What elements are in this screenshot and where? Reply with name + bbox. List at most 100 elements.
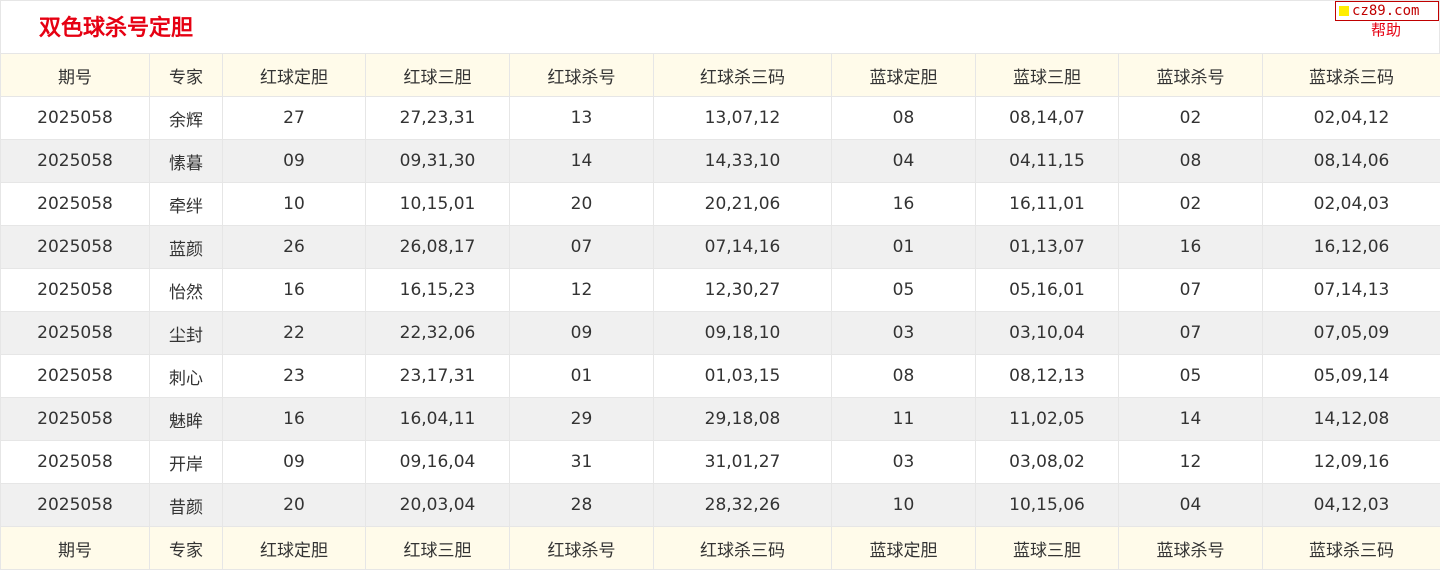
cell-red-kill-three: 01,03,15 [653,354,832,398]
cell-red-triple: 20,03,04 [365,483,510,527]
cell-blue-triple: 04,11,15 [975,139,1119,183]
table-row: 2025058 牵绊 10 10,15,01 20 20,21,06 16 16,11,01 0… [0,182,1440,226]
table-body: 2025058 余辉 27 27,23,31 13 13,07,12 08 08,14,07 0… [0,96,1440,527]
cell-blue-triple: 10,15,06 [975,483,1119,527]
cell-blue-kill-three: 07,14,13 [1262,268,1440,312]
table-row: 2025058 刺心 23 23,17,31 01 01,03,15 08 08,12,13 0… [0,354,1440,398]
cell-blue-single: 08 [831,96,976,140]
cell-blue-kill: 04 [1118,483,1263,527]
cell-blue-triple: 08,12,13 [975,354,1119,398]
cell-red-kill-three: 12,30,27 [653,268,832,312]
cell-blue-triple: 03,08,02 [975,440,1119,484]
cell-blue-single: 11 [831,397,976,441]
table-row: 2025058 昔颜 20 20,03,04 28 28,32,26 10 10,15,06 0… [0,483,1440,527]
cell-expert: 蓝颜 [149,225,223,269]
cell-blue-triple: 16,11,01 [975,182,1119,226]
cell-expert: 昔颜 [149,483,223,527]
help-link[interactable]: 帮助 [1371,19,1401,40]
cell-blue-triple: 08,14,07 [975,96,1119,140]
cell-red-single: 16 [222,268,366,312]
cell-red-kill: 29 [509,397,654,441]
cell-red-kill: 20 [509,182,654,226]
cell-period: 2025058 [0,182,150,226]
watermark-square-icon [1339,6,1349,16]
column-header-blue-kill: 蓝球杀号 [1118,53,1263,97]
cell-red-kill: 07 [509,225,654,269]
cell-period: 2025058 [0,268,150,312]
cell-red-single: 10 [222,182,366,226]
watermark-text: cz89.com [1352,3,1420,19]
column-footer-expert: 专家 [149,526,223,570]
cell-expert: 余辉 [149,96,223,140]
cell-expert: 刺心 [149,354,223,398]
cell-red-kill-three: 13,07,12 [653,96,832,140]
cell-red-kill-three: 20,21,06 [653,182,832,226]
cell-red-kill-three: 14,33,10 [653,139,832,183]
table-footer-row: 期号 专家 红球定胆 红球三胆 红球杀号 红球杀三码 蓝球定胆 蓝球三胆 蓝球杀号 蓝球杀三码 [0,526,1440,570]
cell-red-single: 22 [222,311,366,355]
cell-blue-kill-three: 14,12,08 [1262,397,1440,441]
column-header-blue-triple: 蓝球三胆 [975,53,1119,97]
cell-blue-kill: 08 [1118,139,1263,183]
cell-expert: 愫暮 [149,139,223,183]
cell-red-triple: 16,04,11 [365,397,510,441]
cell-red-single: 26 [222,225,366,269]
cell-blue-kill: 12 [1118,440,1263,484]
cell-blue-kill-three: 02,04,12 [1262,96,1440,140]
cell-expert: 尘封 [149,311,223,355]
cell-blue-single: 01 [831,225,976,269]
cell-red-triple: 22,32,06 [365,311,510,355]
column-header-period: 期号 [0,53,150,97]
column-footer-red-single: 红球定胆 [222,526,366,570]
cell-red-kill: 13 [509,96,654,140]
table-row: 2025058 魅眸 16 16,04,11 29 29,18,08 11 11,02,05 1… [0,397,1440,441]
column-header-red-single: 红球定胆 [222,53,366,97]
cell-red-kill: 01 [509,354,654,398]
cell-expert: 魅眸 [149,397,223,441]
cell-red-kill-three: 29,18,08 [653,397,832,441]
table-row: 2025058 愫暮 09 09,31,30 14 14,33,10 04 04,11,15 0… [0,139,1440,183]
cell-blue-kill-three: 12,09,16 [1262,440,1440,484]
cell-red-triple: 26,08,17 [365,225,510,269]
page: 双色球杀号定胆 帮助 cz89.com 期号 专家 红球定胆 红球三胆 红球杀号 红球杀三… [0,0,1440,570]
cell-blue-kill-three: 02,04,03 [1262,182,1440,226]
cell-expert: 开岸 [149,440,223,484]
cell-period: 2025058 [0,311,150,355]
cell-blue-triple: 01,13,07 [975,225,1119,269]
cell-red-single: 16 [222,397,366,441]
site-watermark: cz89.com [1335,1,1439,21]
column-footer-blue-kill: 蓝球杀号 [1118,526,1263,570]
column-header-red-triple: 红球三胆 [365,53,510,97]
table-row: 2025058 怡然 16 16,15,23 12 12,30,27 05 05,16,01 0… [0,268,1440,312]
cell-red-single: 20 [222,483,366,527]
top-bar: 双色球杀号定胆 帮助 cz89.com [0,0,1440,53]
cell-red-triple: 16,15,23 [365,268,510,312]
cell-red-triple: 09,31,30 [365,139,510,183]
column-footer-blue-triple: 蓝球三胆 [975,526,1119,570]
cell-blue-single: 04 [831,139,976,183]
cell-red-kill: 12 [509,268,654,312]
column-footer-blue-kill-three: 蓝球杀三码 [1262,526,1440,570]
cell-period: 2025058 [0,440,150,484]
cell-red-triple: 10,15,01 [365,182,510,226]
cell-red-kill-three: 31,01,27 [653,440,832,484]
cell-red-single: 09 [222,440,366,484]
table-row: 2025058 蓝颜 26 26,08,17 07 07,14,16 01 01,13,07 1… [0,225,1440,269]
cell-expert: 怡然 [149,268,223,312]
cell-period: 2025058 [0,483,150,527]
table-row: 2025058 尘封 22 22,32,06 09 09,18,10 03 03,10,04 0… [0,311,1440,355]
cell-red-triple: 09,16,04 [365,440,510,484]
cell-blue-single: 05 [831,268,976,312]
cell-period: 2025058 [0,354,150,398]
cell-blue-kill-three: 05,09,14 [1262,354,1440,398]
cell-blue-triple: 11,02,05 [975,397,1119,441]
cell-period: 2025058 [0,225,150,269]
cell-blue-triple: 03,10,04 [975,311,1119,355]
cell-period: 2025058 [0,139,150,183]
table-row: 2025058 余辉 27 27,23,31 13 13,07,12 08 08,14,07 0… [0,96,1440,140]
column-footer-red-kill-three: 红球杀三码 [653,526,832,570]
cell-red-kill: 14 [509,139,654,183]
cell-period: 2025058 [0,96,150,140]
cell-blue-triple: 05,16,01 [975,268,1119,312]
column-header-expert: 专家 [149,53,223,97]
